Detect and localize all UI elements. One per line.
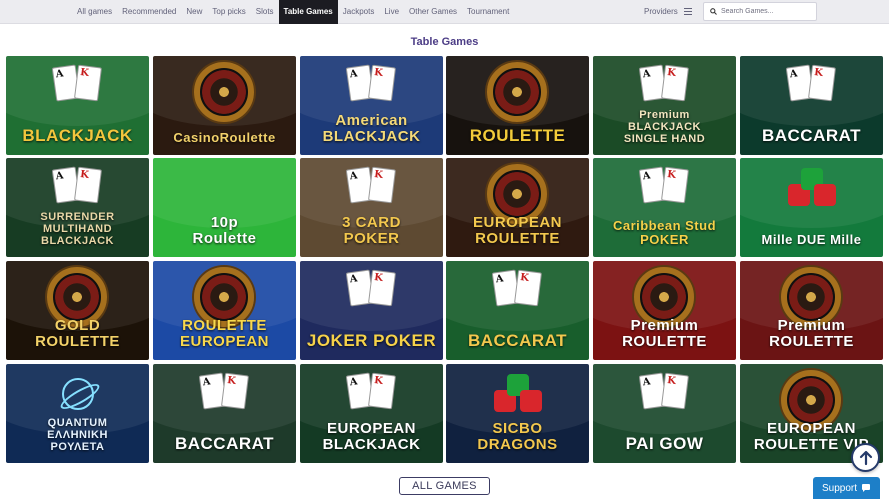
game-title: JOKER POKER xyxy=(306,331,437,350)
game-title: BACCARAT xyxy=(174,434,275,453)
playing-cards-icon: AK xyxy=(491,269,542,313)
game-title: QUANTUM ΕΛΛΗΝΙΚΗ ΡΟΥΛΕΤΑ xyxy=(47,417,108,453)
game-tile[interactable]: 10p Roulette xyxy=(153,158,296,257)
game-tile[interactable]: A K Premium BLACKJACK SINGLE HAND xyxy=(593,56,736,155)
playing-cards-icon: AK xyxy=(638,166,689,210)
playing-cards-icon: AK xyxy=(638,372,689,416)
nav-slots[interactable]: Slots xyxy=(251,0,279,24)
game-tile[interactable]: A K American BLACKJACK xyxy=(300,56,443,155)
playing-cards-icon: AK xyxy=(638,64,689,108)
playing-cards-icon: AK xyxy=(345,372,396,416)
game-title: Premium ROULETTE xyxy=(622,317,707,350)
playing-cards-icon: AK xyxy=(345,269,396,313)
game-tile[interactable]: GOLD ROULETTE xyxy=(6,261,149,360)
game-tile[interactable]: A K EUROPEAN BLACKJACK xyxy=(300,364,443,463)
game-tile[interactable]: SICBO DRAGONS xyxy=(446,364,589,463)
game-tile[interactable]: CasinoRoulette xyxy=(153,56,296,155)
playing-cards-icon: AK xyxy=(345,64,396,108)
game-title: Caribbean Stud POKER xyxy=(612,218,717,247)
game-title: GOLD ROULETTE xyxy=(35,317,120,350)
menu-icon[interactable] xyxy=(684,8,692,15)
game-tile[interactable]: A K BACCARAT xyxy=(446,261,589,360)
game-tile[interactable]: Premium ROULETTE xyxy=(593,261,736,360)
playing-cards-icon: AK xyxy=(51,64,102,108)
game-tile[interactable]: A K SURRENDER MULTIHAND BLACKJACK xyxy=(6,158,149,257)
game-tile[interactable]: ROULETTE xyxy=(446,56,589,155)
dice-icon xyxy=(786,168,838,214)
game-title: American BLACKJACK xyxy=(322,112,421,145)
game-title: EUROPEAN BLACKJACK xyxy=(322,420,421,453)
game-title: Premium ROULETTE xyxy=(769,317,854,350)
game-title: CasinoRoulette xyxy=(173,130,276,145)
playing-cards-icon: AK xyxy=(345,166,396,210)
search-box[interactable] xyxy=(703,2,817,21)
roulette-wheel-icon xyxy=(194,62,254,122)
game-tile[interactable]: ROULETTE EUROPEAN xyxy=(153,261,296,360)
game-tile[interactable]: A K BACCARAT xyxy=(153,364,296,463)
nav-live[interactable]: Live xyxy=(379,0,404,24)
game-title: 10p Roulette xyxy=(192,214,257,247)
nav-all-games[interactable]: All games xyxy=(72,0,117,24)
nav-recommended[interactable]: Recommended xyxy=(117,0,181,24)
game-title: SURRENDER MULTIHAND BLACKJACK xyxy=(40,211,115,247)
search-input[interactable] xyxy=(721,5,813,18)
game-tile[interactable]: QUANTUM ΕΛΛΗΝΙΚΗ ΡΟΥΛΕΤΑ xyxy=(6,364,149,463)
all-games-button[interactable]: ALL GAMES xyxy=(399,477,490,495)
game-title: ROULETTE xyxy=(469,126,566,145)
game-title: SICBO DRAGONS xyxy=(477,420,558,453)
section-title: Table Games xyxy=(410,36,479,48)
top-navigation-bar: All games Recommended New Top picks Slot… xyxy=(0,0,889,24)
nav-other-games[interactable]: Other Games xyxy=(404,0,462,24)
support-label: Support xyxy=(822,483,858,494)
game-title: Mille DUE Mille xyxy=(761,232,862,247)
game-tile[interactable]: Mille DUE Mille xyxy=(740,158,883,257)
game-tile[interactable]: A K BACCARAT xyxy=(740,56,883,155)
game-title: ROULETTE EUROPEAN xyxy=(179,317,269,350)
game-tile[interactable]: EUROPEAN ROULETTE xyxy=(446,158,589,257)
nav-table-games[interactable]: Table Games xyxy=(278,0,338,24)
game-title: BLACKJACK xyxy=(22,126,133,145)
game-tile[interactable]: AK 3 CARD POKER xyxy=(300,158,443,257)
game-tile[interactable]: Premium ROULETTE xyxy=(740,261,883,360)
category-nav: All games Recommended New Top picks Slot… xyxy=(72,0,514,24)
game-tile[interactable]: A K BLACKJACK xyxy=(6,56,149,155)
roulette-wheel-icon xyxy=(487,62,547,122)
game-title: Premium BLACKJACK SINGLE HAND xyxy=(623,109,706,145)
game-tile[interactable]: A K JOKER POKER xyxy=(300,261,443,360)
search-icon xyxy=(710,8,717,15)
game-title: BACCARAT xyxy=(467,331,568,350)
game-title: EUROPEAN ROULETTE xyxy=(472,214,562,247)
playing-cards-icon: AK xyxy=(51,166,102,210)
providers-dropdown[interactable]: Providers xyxy=(644,0,678,24)
nav-tournament[interactable]: Tournament xyxy=(462,0,514,24)
game-title: BACCARAT xyxy=(761,126,862,145)
scroll-to-top-button[interactable] xyxy=(851,443,880,472)
game-tile[interactable]: A K PAI GOW xyxy=(593,364,736,463)
nav-top-picks[interactable]: Top picks xyxy=(207,0,250,24)
game-title: 3 CARD POKER xyxy=(342,214,401,247)
arrow-up-icon xyxy=(859,450,873,466)
support-button[interactable]: Support xyxy=(813,477,880,499)
dice-icon xyxy=(492,374,544,420)
atom-logo-icon xyxy=(62,378,94,410)
game-tile[interactable]: A K Caribbean Stud POKER xyxy=(593,158,736,257)
playing-cards-icon: AK xyxy=(785,64,836,108)
nav-new[interactable]: New xyxy=(181,0,207,24)
chat-icon xyxy=(862,484,870,492)
playing-cards-icon: AK xyxy=(198,372,249,416)
game-title: PAI GOW xyxy=(625,434,704,453)
nav-jackpots[interactable]: Jackpots xyxy=(338,0,380,24)
